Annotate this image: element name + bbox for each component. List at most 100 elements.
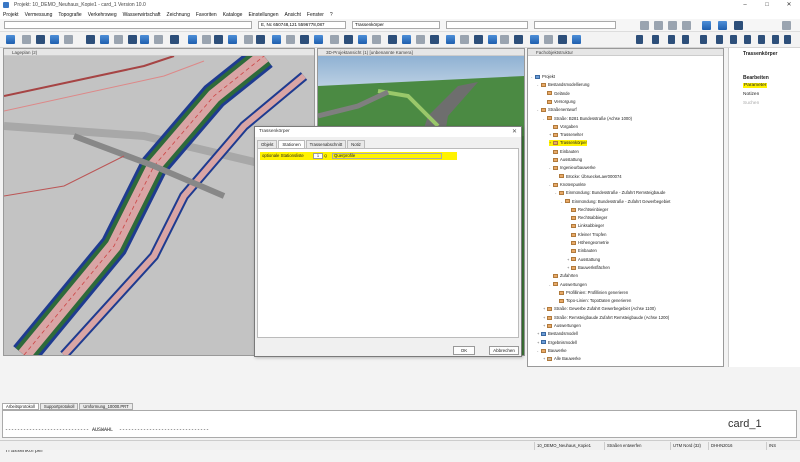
scroll-up-icon[interactable] <box>782 21 791 30</box>
tree-node[interactable]: Höhengeometrie <box>567 240 609 246</box>
tree-node[interactable]: Ausstattung <box>549 157 582 163</box>
mirror-icon[interactable] <box>228 35 237 44</box>
tree-node[interactable]: Rechtsabbieger <box>567 215 607 221</box>
menu-item-fenster[interactable]: Fenster <box>307 12 324 18</box>
station-list-field[interactable]: Querprofile <box>332 153 442 159</box>
draw-icon[interactable] <box>154 35 163 44</box>
object-combo[interactable]: Trassenkörper <box>352 21 440 29</box>
plus-icon[interactable] <box>636 35 643 44</box>
edit-icon[interactable] <box>170 35 179 44</box>
report-icon[interactable] <box>530 35 539 44</box>
tree-node[interactable]: Linksabbieger <box>567 223 604 229</box>
move-icon[interactable] <box>188 35 197 44</box>
tree-node[interactable]: - Knotenpunkte <box>549 182 586 188</box>
context-item-suchen[interactable]: Suchen <box>743 101 759 106</box>
forward-icon[interactable] <box>682 35 689 44</box>
tab-notiz[interactable]: Notiz <box>347 140 365 148</box>
tree-node[interactable]: + Auswertungen <box>543 323 581 329</box>
menu-item-favoriten[interactable]: Favoriten <box>196 12 217 18</box>
tree-node[interactable]: - Bestandsmodellierung <box>537 82 589 88</box>
block-icon[interactable] <box>344 35 353 44</box>
object-tree[interactable]: - Projekt - Bestandsmodellierung Gelände Vers… <box>528 57 723 366</box>
area-icon[interactable] <box>460 35 469 44</box>
station-count-field[interactable]: 1 <box>313 153 323 159</box>
tree-node[interactable]: - Straße: B281 Bundesstraße (Achse 1000) <box>543 116 632 122</box>
menu-item-einstellungen[interactable]: Einstellungen <box>248 12 278 18</box>
menu-item-topografie[interactable]: Topografie <box>58 12 81 18</box>
tree-node[interactable]: - Einmündung: Bundesstraße - Zufahrt Rems… <box>555 190 665 196</box>
line-icon[interactable] <box>388 35 397 44</box>
section-icon[interactable] <box>488 35 497 44</box>
point-icon[interactable] <box>372 35 381 44</box>
zoom-window-icon[interactable] <box>36 35 45 44</box>
fillet-icon[interactable] <box>286 35 295 44</box>
tree-node[interactable]: + Trassenelter <box>549 132 583 138</box>
tree-node[interactable]: Versorgung <box>543 99 575 105</box>
context-item-parameter[interactable]: Parameter <box>743 83 768 88</box>
tree-node[interactable]: Profillinien: Profillinien generieren <box>555 290 628 296</box>
tree-node[interactable]: + Ergebnismodell <box>537 340 577 346</box>
tree-node[interactable]: Zufahrten <box>549 273 578 279</box>
command-combo[interactable] <box>4 21 252 29</box>
menu-item-kataloge[interactable]: Kataloge <box>223 12 243 18</box>
profile-icon[interactable] <box>500 35 509 44</box>
close-icon[interactable]: ✕ <box>512 128 517 135</box>
first-icon[interactable] <box>700 35 707 44</box>
offset-icon[interactable] <box>272 35 281 44</box>
tree-node[interactable]: - Bauwerke <box>537 348 567 354</box>
extend-icon[interactable] <box>256 35 265 44</box>
tab-arbeitsprotokoll[interactable]: Arbeitsprotokoll <box>2 403 39 410</box>
dim-icon[interactable] <box>314 35 323 44</box>
lookup-icon[interactable]: Q <box>324 153 330 159</box>
tree-node[interactable]: + Straße: Remsteigbaude Zufahrt Remsteigb… <box>543 315 669 321</box>
select-icon[interactable] <box>6 35 15 44</box>
print-icon[interactable] <box>544 35 553 44</box>
menu-item-verkehrsweg[interactable]: Verkehrsweg <box>88 12 117 18</box>
last-icon[interactable] <box>744 35 751 44</box>
import-icon[interactable] <box>572 35 581 44</box>
hatch-icon[interactable] <box>330 35 339 44</box>
snap-icon[interactable] <box>128 35 137 44</box>
volume-icon[interactable] <box>474 35 483 44</box>
settings-icon[interactable] <box>734 21 743 30</box>
tree-node[interactable]: Einbauten <box>567 248 597 254</box>
tree-node[interactable]: - Ingenieurbauwerke <box>549 165 596 171</box>
ok-button[interactable]: OK <box>453 346 475 355</box>
tree-node[interactable]: Brücke: Übruecke­Laer000074 <box>555 174 622 180</box>
menu-item-vermessung[interactable]: Vermessung <box>25 12 53 18</box>
tree-node[interactable]: + Trassenkörper <box>549 140 587 147</box>
filter-combo-2[interactable] <box>534 21 616 29</box>
arrow-icon[interactable] <box>682 21 691 30</box>
copy-icon[interactable] <box>202 35 211 44</box>
check-icon[interactable] <box>514 35 523 44</box>
filter-combo-1[interactable] <box>446 21 528 29</box>
tree-node[interactable]: - Auswertungen <box>549 282 587 288</box>
insert-icon[interactable] <box>358 35 367 44</box>
rotate-icon[interactable] <box>214 35 223 44</box>
measure-icon[interactable] <box>100 35 109 44</box>
sync-icon[interactable] <box>702 21 711 30</box>
menu-item-zeichnung[interactable]: Zeichnung <box>167 12 190 18</box>
close-button[interactable]: ✕ <box>778 0 800 10</box>
tab-umformung[interactable]: Umformung_10000.PRT <box>79 403 133 410</box>
layer-icon[interactable] <box>114 35 123 44</box>
tab-supportprotokoll[interactable]: Supportprotokoll <box>39 403 79 410</box>
grid-icon[interactable] <box>140 35 149 44</box>
trim-icon[interactable] <box>244 35 253 44</box>
text-icon[interactable] <box>300 35 309 44</box>
tab-stationen[interactable]: Stationen <box>278 140 305 148</box>
context-item-notizen[interactable]: Notizen <box>743 92 759 97</box>
tree-node[interactable]: + Ausstattung <box>567 257 600 263</box>
next-icon[interactable] <box>730 35 737 44</box>
tree-node[interactable]: - Einmündung: Bundesstraße - Zufahrt Gewe… <box>561 199 670 205</box>
undo-icon[interactable] <box>640 21 649 30</box>
maximize-button[interactable]: □ <box>756 0 778 10</box>
more-icon[interactable] <box>784 35 791 44</box>
pan-icon[interactable] <box>22 35 31 44</box>
menu-item-ansicht[interactable]: Ansicht <box>285 12 301 18</box>
info-icon[interactable] <box>772 35 779 44</box>
zoom-all-icon[interactable] <box>86 35 95 44</box>
collapse-icon[interactable] <box>758 35 765 44</box>
zoom-in-icon[interactable] <box>50 35 59 44</box>
tab-trassenabschnitt[interactable]: Trassenabschnitt <box>305 140 347 148</box>
